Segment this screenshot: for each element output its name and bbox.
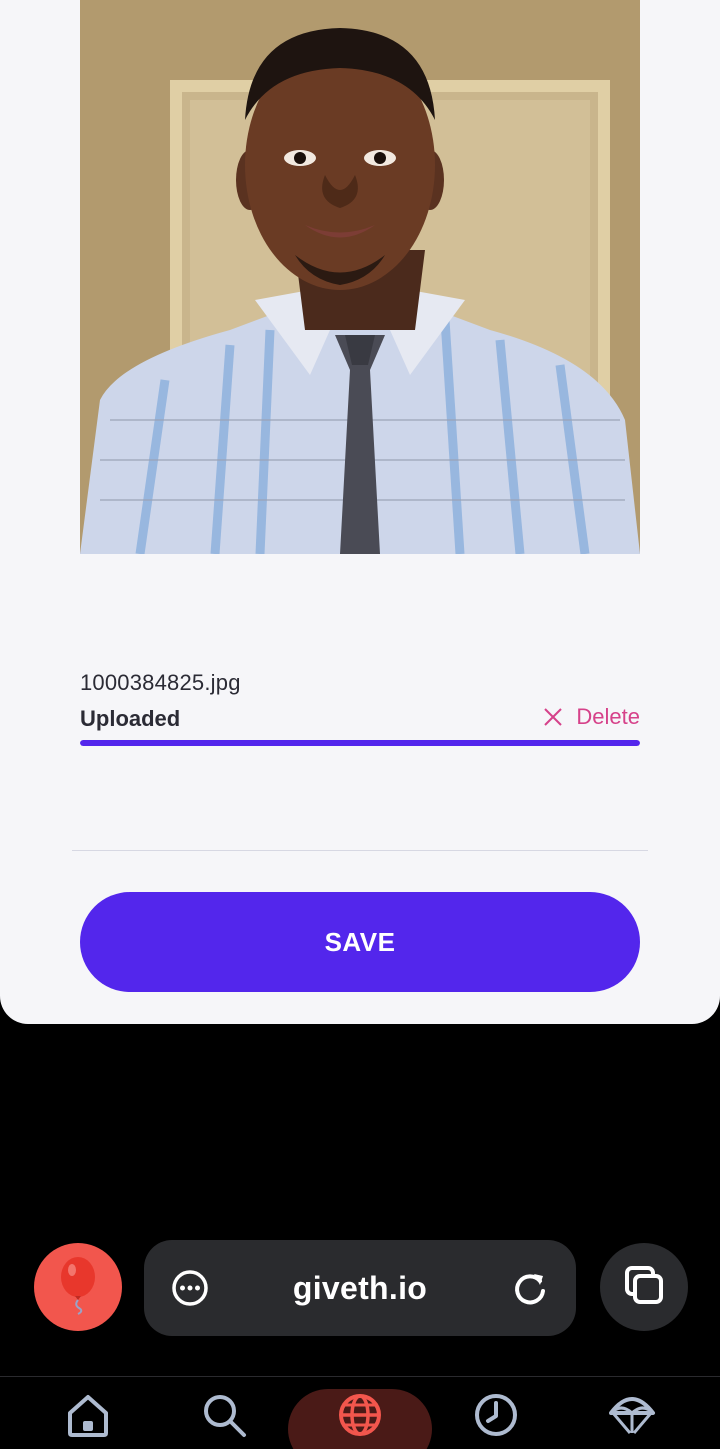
address-bar[interactable]: giveth.io: [144, 1240, 576, 1336]
upload-progress-bar: [80, 740, 640, 746]
balloon-icon: [56, 1255, 100, 1320]
upload-status: Uploaded: [80, 706, 181, 731]
uploaded-file-name: 1000384825.jpg: [80, 670, 241, 695]
delete-file-button[interactable]: Delete: [542, 704, 640, 730]
bottom-navigation: [0, 1376, 720, 1449]
parachute-icon[interactable]: [608, 1391, 656, 1439]
profile-photo-preview: [80, 0, 640, 554]
close-icon: [542, 706, 564, 728]
upload-progress-fill: [80, 740, 640, 746]
upload-modal: 1000384825.jpg Uploaded Delete SAVE: [0, 0, 720, 1024]
tabs-button[interactable]: [600, 1243, 688, 1331]
history-icon[interactable]: [472, 1391, 520, 1439]
balloon-button[interactable]: [34, 1243, 122, 1331]
home-icon[interactable]: [64, 1391, 112, 1439]
reload-icon[interactable]: [510, 1268, 550, 1308]
profile-photo-image: [80, 0, 640, 554]
delete-label: Delete: [576, 704, 640, 729]
globe-icon[interactable]: [336, 1391, 384, 1439]
save-button[interactable]: SAVE: [80, 892, 640, 992]
divider: [72, 850, 648, 851]
tabs-icon: [623, 1264, 665, 1311]
search-icon[interactable]: [200, 1391, 248, 1439]
screen: 1000384825.jpg Uploaded Delete SAVE give…: [0, 0, 720, 1449]
